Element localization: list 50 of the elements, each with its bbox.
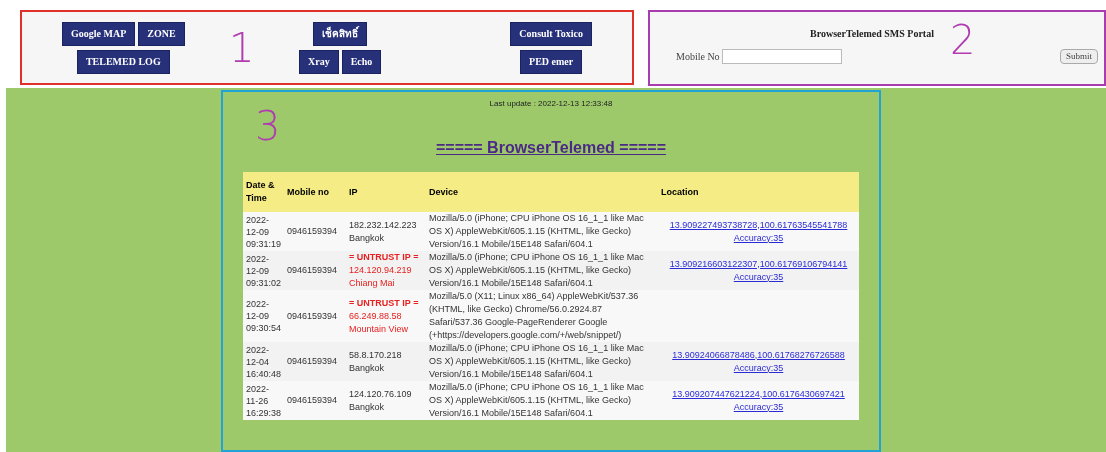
table-cell-text: 182.232.142.223 Bangkok [349, 218, 418, 245]
column-header: Device [426, 172, 659, 212]
location-link[interactable]: 13.90924066878486,100.61768276726588 [661, 348, 856, 362]
field-label: Mobile No [676, 50, 720, 64]
table-cell: 2022-12-09 09:31:19 [243, 212, 285, 251]
menu-button[interactable]: Xray [299, 49, 339, 74]
menu-button[interactable]: Consult Toxico [510, 21, 592, 46]
last-update: Last update : 2022-12-13 12:33:48 [489, 98, 613, 110]
table-cell: 2022-12-04 16:40:48 [243, 342, 285, 381]
menu-button[interactable]: PED emer [520, 49, 583, 74]
table-cell-text: = UNTRUST IP = 124.120.94.219 Chiang Mai [349, 251, 420, 290]
column-header: IP [346, 172, 427, 212]
accuracy-link[interactable]: Accuracy:35 [733, 401, 784, 412]
table-cell: 0946159394 [284, 251, 347, 290]
table-cell: 0946159394 [284, 381, 347, 420]
accuracy-link[interactable]: Accuracy:35 [733, 232, 784, 243]
annotation-number: 2 [950, 17, 976, 63]
table-cell-text: 124.120.76.109 Bangkok [349, 387, 413, 414]
location-link[interactable]: 13.909216603122307,100.61769106794141 [661, 257, 856, 271]
accuracy-link[interactable]: Accuracy:35 [733, 362, 784, 373]
table-cell: 2022-12-09 09:30:54 [243, 290, 285, 342]
portal-title: BrowserTelemed SMS Portal [810, 27, 934, 41]
submit-button[interactable]: Submit [1060, 49, 1098, 64]
table-cell: 0946159394 [284, 342, 347, 381]
table-cell: 2022-12-09 09:31:02 [243, 251, 285, 290]
mobile-input-field[interactable] [721, 49, 842, 64]
menu-button[interactable]: ZONE [138, 21, 185, 46]
menu-button[interactable]: Echo [341, 49, 382, 74]
table-cell: Mozilla/5.0 (X11; Linux x86_64) AppleWebKit/537.36 (KHTML, like Gecko) Chrome/56.0.2924.87 Safari/537.36 Google-PageRenderer Google (+https://developers.google.com/+/web/snippet/) [426, 290, 659, 342]
annotation-number: 3 [255, 103, 281, 149]
heading-link[interactable]: ===== BrowserTelemed ===== [435, 136, 667, 160]
column-header: Mobile no [284, 172, 347, 212]
menu-button[interactable]: เช็คสิทธิ์ [313, 21, 368, 46]
table-cell: Mozilla/5.0 (iPhone; CPU iPhone OS 16_1_1 like Mac OS X) AppleWebKit/605.1.15 (KHTML, like Gecko) Version/16.1 Mobile/15E148 Safari/604.1 [426, 342, 659, 381]
table-cell: Mozilla/5.0 (iPhone; CPU iPhone OS 16_1_1 like Mac OS X) AppleWebKit/605.1.15 (KHTML, like Gecko) Version/16.1 Mobile/15E148 Safari/604.1 [426, 212, 659, 251]
accuracy-link[interactable]: Accuracy:35 [733, 271, 784, 282]
column-header: Location [658, 172, 859, 212]
menu-button[interactable]: TELEMED LOG [76, 49, 170, 74]
column-header: Date & Time [243, 172, 285, 212]
table-cell: 0946159394 [284, 290, 347, 342]
table-cell-text: = UNTRUST IP = 66.249.88.58 Mountain View [349, 296, 420, 336]
table-cell: 0946159394 [284, 212, 347, 251]
annotation-number: 1 [229, 27, 255, 68]
menu-button[interactable]: Google MAP [62, 21, 136, 46]
table-cell-text: 58.8.170.218 Bangkok [349, 348, 403, 375]
table-cell: Mozilla/5.0 (iPhone; CPU iPhone OS 16_1_1 like Mac OS X) AppleWebKit/605.1.15 (KHTML, like Gecko) Version/16.1 Mobile/15E148 Safari/604.1 [426, 251, 659, 290]
location-link[interactable]: 13.909227493738728,100.61763545541788 [661, 218, 856, 232]
location-link[interactable]: 13.909207447621224,100.6176430697421 [661, 387, 856, 401]
table-cell: 2022-11-26 16:29:38 [243, 381, 285, 420]
table-cell: Mozilla/5.0 (iPhone; CPU iPhone OS 16_1_1 like Mac OS X) AppleWebKit/605.1.15 (KHTML, like Gecko) Version/16.1 Mobile/15E148 Safari/604.1 [426, 381, 659, 420]
